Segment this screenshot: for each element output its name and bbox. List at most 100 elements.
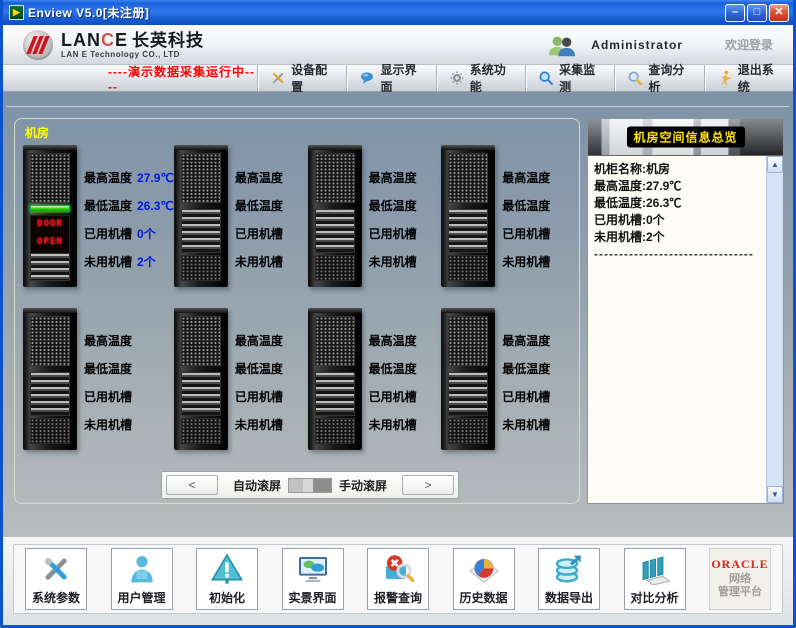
room-label: 机房: [25, 124, 49, 141]
button-pie-chart[interactable]: 历史数据: [453, 548, 515, 610]
oracle-platform-button[interactable]: ORACLE 网络 管理平台: [709, 548, 771, 610]
button-database-export[interactable]: 数据导出: [538, 548, 600, 610]
system-function-button[interactable]: 系统功能: [436, 65, 525, 91]
welcome-login-link[interactable]: 欢迎登录: [725, 36, 773, 53]
cabinet-field-label: 最低温度: [369, 362, 417, 376]
scroll-down-icon[interactable]: ▼: [767, 486, 783, 503]
bottom-button-label: 历史数据: [459, 589, 507, 606]
cabinet-field-label: 未用机槽: [369, 418, 417, 432]
cabinet-8[interactable]: 最高温度最低温度已用机槽未用机槽: [441, 304, 575, 467]
cabinet-field-label: 最低温度: [84, 199, 132, 213]
collect-monitor-button[interactable]: 采集监测: [525, 65, 614, 91]
bottom-button-label: 对比分析: [630, 589, 678, 606]
cabinet-5[interactable]: 最高温度最低温度已用机槽未用机槽: [23, 304, 174, 467]
server-cabinet-graphic: DOOROPEN: [23, 145, 77, 287]
users-icon: [547, 33, 577, 57]
maximize-button[interactable]: □: [747, 4, 767, 22]
tool-button-label: 退出系统: [738, 61, 781, 95]
chat-bubble-icon: [359, 70, 375, 86]
monitor-search-icon: [538, 70, 554, 86]
bottom-button-label: 数据导出: [545, 589, 593, 606]
info-line: 机柜名称:机房: [594, 161, 764, 178]
cabinet-field-label: 最高温度: [502, 171, 550, 185]
oracle-logo: ORACLE: [711, 557, 768, 572]
tool-button-label: 系统功能: [470, 61, 513, 95]
server-cabinet-graphic: [308, 145, 362, 287]
button-user[interactable]: 用户管理: [111, 548, 173, 610]
scroll-next-button[interactable]: >: [402, 475, 454, 495]
room-info-text: 机柜名称:机房最高温度:27.9℃最低温度:26.3℃已用机槽:0个未用机槽:2…: [588, 156, 766, 503]
cabinet-field-label: 未用机槽: [502, 255, 550, 269]
button-warning[interactable]: 初始化: [196, 548, 258, 610]
button-compare[interactable]: 对比分析: [624, 548, 686, 610]
bottom-button-label: 系统参数: [32, 589, 80, 606]
close-button[interactable]: ✕: [769, 4, 789, 22]
demo-running-status: ----演示数据采集运行中----: [108, 63, 257, 94]
cabinet-field-label: 最高温度: [235, 171, 283, 185]
info-line: 未用机槽:2个: [594, 229, 764, 246]
server-cabinet-graphic: [441, 145, 495, 287]
logged-in-user: Administrator: [591, 38, 683, 52]
server-cabinet-graphic: [174, 145, 228, 287]
scroll-control: < 自动滚屏 手动滚屏 >: [161, 471, 459, 499]
button-screen-chat[interactable]: 实景界面: [282, 548, 344, 610]
cabinet-field-label: 未用机槽: [84, 255, 132, 269]
display-interface-button[interactable]: 显示界面: [346, 65, 435, 91]
info-scrollbar[interactable]: ▲ ▼: [766, 156, 783, 503]
cabinet-7[interactable]: 最高温度最低温度已用机槽未用机槽: [308, 304, 442, 467]
oracle-label: 网络 管理平台: [718, 573, 762, 599]
scroll-up-icon[interactable]: ▲: [767, 156, 783, 173]
cabinet-field-label: 最低温度: [369, 199, 417, 213]
header: LANCE长英科技 LAN E Technology CO., LTD Admi…: [3, 25, 793, 65]
info-line: 已用机槽:0个: [594, 212, 764, 229]
bottom-button-label: 实景界面: [288, 589, 336, 606]
cabinet-field-label: 未用机槽: [235, 255, 283, 269]
bottom-button-label: 初始化: [209, 589, 245, 606]
manual-scroll-label: 手动滚屏: [339, 477, 387, 494]
bottom-button-label: 用户管理: [117, 589, 165, 606]
alarm-search-icon: [381, 549, 415, 589]
tool-button-label: 设备配置: [291, 61, 334, 95]
query-analysis-button[interactable]: 查询分析: [614, 65, 703, 91]
app-window: ▶ Enview V5.0[未注册] – □ ✕ LANCE长英科技 LAN E…: [0, 0, 796, 628]
lance-logo-icon: [23, 30, 53, 60]
brand-logo: LANCE长英科技 LAN E Technology CO., LTD: [23, 30, 204, 60]
button-alarm-search[interactable]: 报警查询: [367, 548, 429, 610]
tool-button-label: 采集监测: [559, 61, 602, 95]
exit-icon: [717, 70, 733, 86]
device-config-button[interactable]: 设备配置: [257, 65, 346, 91]
cabinet-field-label: 最高温度: [369, 171, 417, 185]
room-panel: 机房 DOOROPEN最高温度27.9℃最低温度26.3℃已用机槽0个未用机槽2…: [14, 118, 580, 504]
server-cabinet-graphic: [23, 308, 77, 450]
cabinet-field-label: 最低温度: [84, 362, 132, 376]
cabinet-4[interactable]: 最高温度最低温度已用机槽未用机槽: [441, 141, 575, 304]
cabinet-field-label: 未用机槽: [235, 418, 283, 432]
scroll-mode-slider[interactable]: [288, 478, 332, 493]
info-line: 最低温度:26.3℃: [594, 195, 764, 212]
scroll-prev-button[interactable]: <: [166, 475, 218, 495]
cabinet-field-label: 最高温度: [369, 334, 417, 348]
cabinet-field-label: 最低温度: [235, 362, 283, 376]
compare-icon: [638, 549, 672, 589]
cabinet-field-value: 0个: [137, 227, 156, 241]
cabinet-6[interactable]: 最高温度最低温度已用机槽未用机槽: [174, 304, 308, 467]
wrench-icon: [270, 70, 286, 86]
cabinet-3[interactable]: 最高温度最低温度已用机槽未用机槽: [308, 141, 442, 304]
cabinet-field-value: 2个: [137, 255, 156, 269]
search-icon: [627, 70, 643, 86]
user-icon: [125, 549, 159, 589]
cabinet-field-label: 最高温度: [84, 334, 132, 348]
cabinet-field-label: 已用机槽: [502, 390, 550, 404]
server-cabinet-graphic: [441, 308, 495, 450]
info-panel-title: 机房空间信息总览: [626, 127, 744, 148]
brand-subtitle: LAN E Technology CO., LTD: [61, 50, 204, 59]
cabinet-field-label: 已用机槽: [84, 390, 132, 404]
cabinet-1[interactable]: DOOROPEN最高温度27.9℃最低温度26.3℃已用机槽0个未用机槽2个: [23, 141, 174, 304]
button-tools[interactable]: 系统参数: [25, 548, 87, 610]
cabinet-field-label: 已用机槽: [235, 227, 283, 241]
cabinet-field-value: 27.9℃: [137, 171, 174, 185]
exit-system-button[interactable]: 退出系统: [704, 65, 793, 91]
cabinet-field-label: 最高温度: [502, 334, 550, 348]
minimize-button[interactable]: –: [725, 4, 745, 22]
cabinet-2[interactable]: 最高温度最低温度已用机槽未用机槽: [174, 141, 308, 304]
